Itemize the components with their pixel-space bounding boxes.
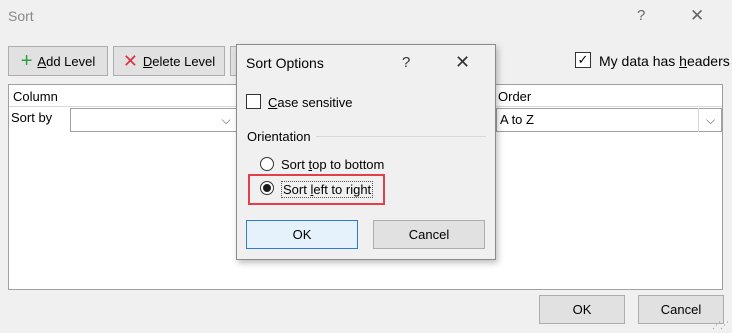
sort-by-label: Sort by	[11, 110, 53, 125]
add-level-button[interactable]: + Add Level	[8, 46, 108, 76]
add-level-label: Add Level	[37, 53, 96, 69]
order-select[interactable]: A to Z	[496, 108, 722, 132]
sort-options-ok-button[interactable]: OK	[246, 220, 358, 249]
column-header: Column	[13, 89, 58, 104]
highlight-box	[248, 174, 385, 205]
orientation-label: Orientation	[247, 129, 311, 144]
delete-level-label: Delete Level	[142, 53, 216, 69]
close-button[interactable]: ✕	[690, 6, 704, 26]
sort-options-cancel-button[interactable]: Cancel	[373, 220, 485, 249]
resize-grip-icon[interactable]: ⋰⋰	[712, 320, 729, 331]
orientation-divider	[316, 136, 486, 137]
sort-top-to-bottom-radio[interactable]	[260, 157, 274, 171]
plus-icon: +	[20, 50, 33, 72]
x-icon: ✕	[122, 51, 138, 71]
sort-options-help-button[interactable]: ?	[402, 54, 410, 71]
sort-by-select[interactable]	[70, 108, 238, 132]
dialog-title: Sort	[8, 8, 34, 24]
delete-level-button[interactable]: ✕ Delete Level	[113, 46, 225, 76]
sort-options-close-button[interactable]: ✕	[455, 52, 470, 73]
help-button[interactable]: ?	[637, 7, 645, 24]
ok-button[interactable]: OK	[539, 295, 625, 324]
chevron-down-icon[interactable]: ⌵	[698, 108, 722, 132]
case-sensitive-label[interactable]: Case sensitive	[268, 95, 353, 110]
order-header: Order	[498, 89, 532, 104]
sort-options-title: Sort Options	[246, 55, 324, 71]
case-sensitive-checkbox[interactable]	[246, 94, 261, 109]
headers-checkbox-label[interactable]: My data has headers	[599, 53, 730, 69]
sort-top-to-bottom-label[interactable]: Sort top to bottom	[281, 157, 384, 172]
chevron-down-icon[interactable]: ⌵	[215, 108, 237, 132]
headers-checkbox[interactable]: ✓	[575, 52, 591, 68]
